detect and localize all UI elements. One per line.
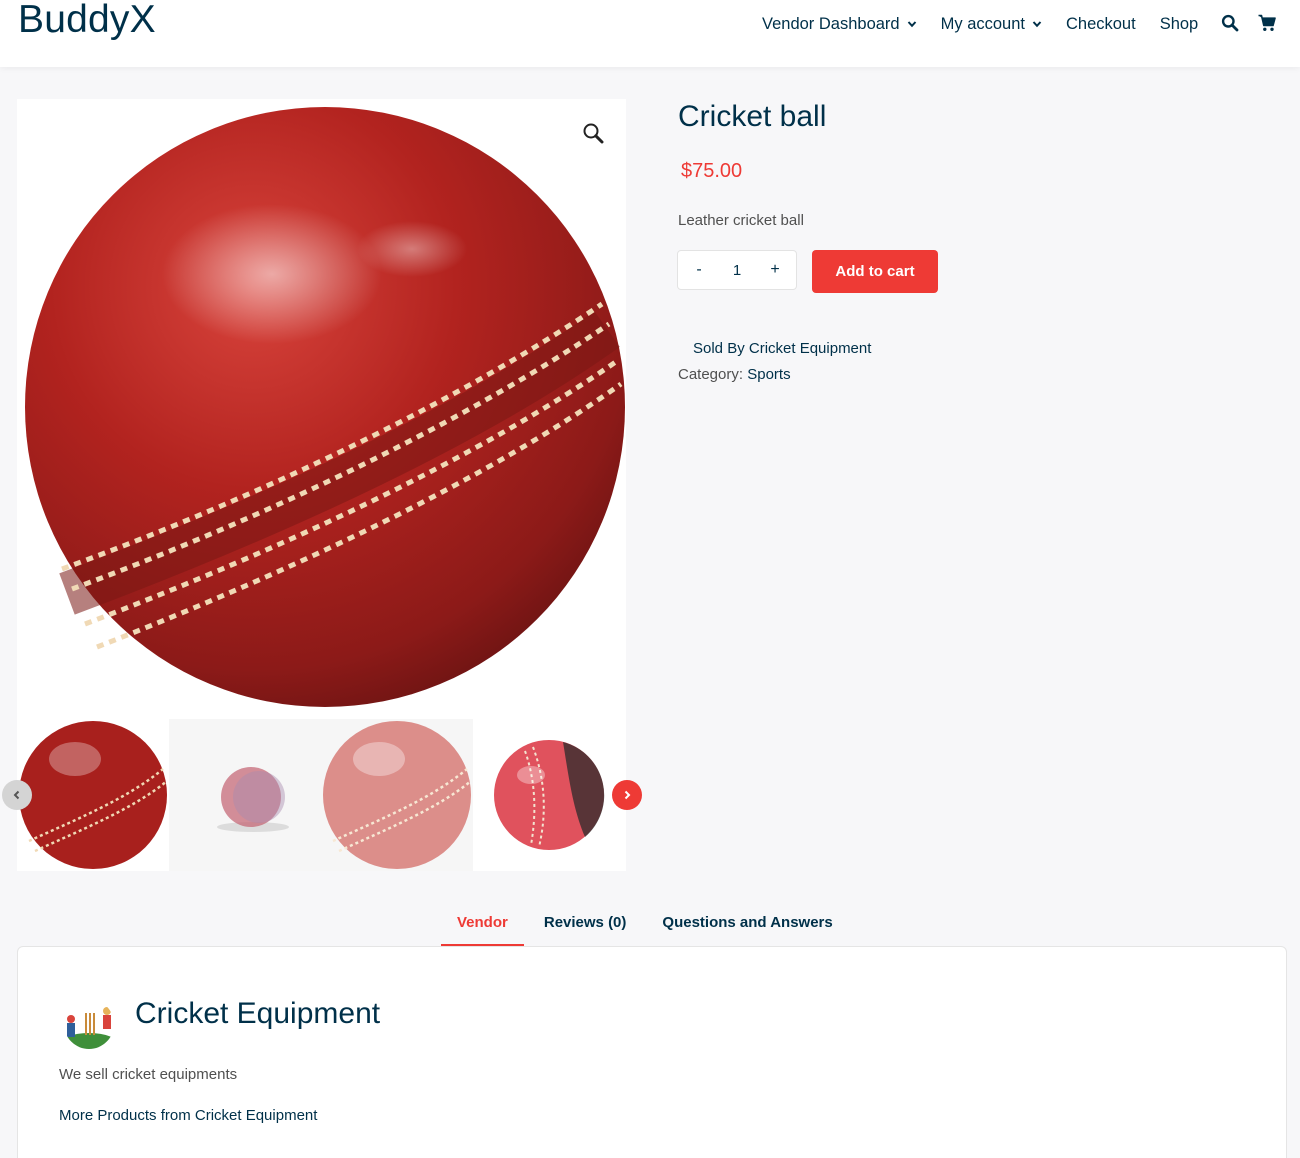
product-thumbnails	[17, 719, 626, 871]
vendor-avatar	[64, 999, 114, 1049]
nav-item-label: Checkout	[1065, 14, 1136, 33]
site-logo[interactable]: BuddyX	[18, 0, 156, 42]
gallery-prev-button[interactable]	[2, 780, 32, 810]
product-thumbnail[interactable]	[321, 719, 473, 871]
cart-icon[interactable]	[1258, 14, 1276, 32]
cricket-ball-image	[25, 107, 625, 707]
tab-reviews[interactable]: Reviews (0)	[528, 904, 643, 946]
chevron-down-icon	[907, 21, 916, 28]
cricket-ball-thumbnail	[19, 721, 168, 869]
vendor-more-products-link[interactable]: More Products from Cricket Equipment	[59, 1107, 317, 1124]
nav-item-label: Vendor Dashboard	[762, 14, 900, 33]
vendor-name: Cricket Equipment	[135, 997, 381, 1030]
search-icon[interactable]	[1221, 14, 1239, 32]
product-title: Cricket ball	[678, 100, 827, 133]
vendor-description: We sell cricket equipments	[59, 1066, 238, 1083]
nav-item-label: My account	[940, 14, 1025, 33]
nav-item-my-account[interactable]: My account	[941, 15, 1042, 34]
product-short-description: Leather cricket ball	[678, 212, 804, 229]
gallery-next-button[interactable]	[612, 780, 642, 810]
nav-item-checkout[interactable]: Checkout	[1066, 15, 1136, 34]
product-main-image[interactable]	[17, 99, 626, 719]
product-category: Category: Sports	[678, 366, 791, 383]
category-label: Category:	[678, 366, 744, 383]
quantity-stepper: - +	[677, 250, 797, 290]
site-header: BuddyX Vendor Dashboard My account Check…	[0, 0, 1300, 67]
product-thumbnail[interactable]	[473, 719, 625, 871]
tab-vendor[interactable]: Vendor	[441, 904, 524, 946]
quantity-input[interactable]	[717, 261, 757, 279]
nav-item-label: Shop	[1159, 14, 1199, 33]
cricket-ball-thumbnail	[494, 740, 605, 850]
product-tabs: Vendor Reviews (0) Questions and Answers	[441, 904, 853, 946]
quantity-decrease-button[interactable]: -	[692, 261, 706, 279]
zoom-icon[interactable]	[582, 122, 604, 144]
product-thumbnail[interactable]	[169, 719, 321, 871]
product-thumbnail[interactable]	[17, 719, 169, 871]
chevron-down-icon	[1032, 21, 1042, 28]
tab-panel-vendor: Cricket Equipment We sell cricket equipm…	[17, 946, 1287, 1158]
add-to-cart-button[interactable]: Add to cart	[812, 250, 938, 293]
quantity-increase-button[interactable]: +	[768, 261, 782, 279]
product-price: $75.00	[681, 160, 743, 182]
sold-by-link[interactable]: Sold By Cricket Equipment	[693, 340, 871, 357]
category-link[interactable]: Sports	[747, 366, 790, 383]
nav-item-shop[interactable]: Shop	[1160, 15, 1199, 34]
nav-item-vendor-dashboard[interactable]: Vendor Dashboard	[762, 15, 917, 34]
tab-questions-answers[interactable]: Questions and Answers	[646, 904, 848, 946]
chevron-right-icon	[624, 790, 631, 800]
main-nav: Vendor Dashboard My account Checkout Sho…	[762, 14, 1222, 34]
cricket-ball-thumbnail	[323, 721, 472, 869]
chevron-left-icon	[13, 790, 20, 800]
cricket-ball-thumbnail	[217, 767, 289, 832]
